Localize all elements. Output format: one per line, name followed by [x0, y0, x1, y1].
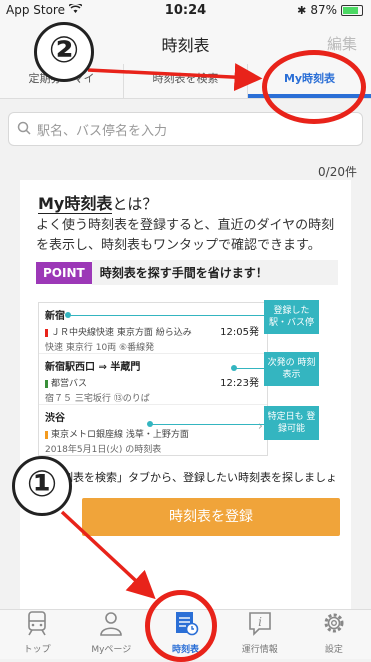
example-sub: 2018年5月1日(火) の時刻表 [45, 445, 162, 455]
example-departure: 12:05発 [220, 327, 259, 338]
step-2-marker: ② [34, 22, 94, 82]
person-icon [98, 610, 124, 640]
example-line: ＪＲ中央線快速 東京方面 紛ら込み [51, 328, 192, 338]
tabbar-label: 運行情報 [241, 645, 278, 655]
tabbar-label: 時刻表 [172, 645, 200, 655]
search-input[interactable]: 駅名、バス停名を入力 [8, 112, 363, 146]
example-sub: 宿７５ 三宅坂行 ⑬のりば [45, 394, 150, 404]
example-station: 渋谷 [45, 413, 65, 424]
battery-percent: 87% [310, 3, 337, 17]
example-item: 新宿駅西口 ⇒ 半蔵門 都営バス 宿７５ 三宅坂行 ⑬のりば 12:23発 [39, 354, 267, 405]
tabbar-item-settings[interactable]: 設定 [297, 610, 371, 659]
callout-registered: 登録した 駅・バス停 [264, 300, 319, 334]
tabbar-item-timetable[interactable]: 時刻表 [148, 610, 222, 659]
line-color-bar [45, 328, 48, 337]
register-timetable-button[interactable]: 時刻表を登録 [82, 498, 340, 536]
example-item: 渋谷 東京メトロ銀座線 浅草・上野方面 2018年5月1日(火) の時刻表 › [39, 405, 267, 455]
connector-line [234, 368, 264, 369]
battery-icon [341, 4, 363, 16]
intro-title-bold: My時刻表 [38, 194, 113, 214]
tab-search-timetable[interactable]: 時刻表を検索 [123, 64, 247, 98]
chevron-right-icon: › [257, 419, 263, 434]
line-color-bar [45, 379, 48, 388]
gear-icon [321, 610, 347, 640]
step-1-marker: ① [12, 456, 72, 516]
tabbar-item-top[interactable]: トップ [0, 610, 74, 659]
bluetooth-icon: ✱ [297, 3, 307, 17]
example-departure: 12:23発 [220, 378, 259, 389]
registered-count: 0/20件 [318, 165, 357, 179]
hint-text: 「時刻表を検索」タブから、登録したい時刻表を探しましょう [40, 471, 337, 500]
tab-my-timetable[interactable]: My時刻表 [247, 64, 371, 98]
connector-dot [231, 365, 237, 371]
point-text: 時刻表を探す手間を省けます！ [91, 260, 338, 285]
example-item: 新宿 ＪＲ中央線快速 東京方面 紛ら込み 快速 東京行 10両 ⑥番線発 12:… [39, 303, 267, 354]
search-icon [17, 120, 31, 139]
tabbar-label: トップ [23, 645, 51, 655]
tabbar-item-service-info[interactable]: i 運行情報 [223, 610, 297, 659]
connector-dot [147, 421, 153, 427]
timetable-icon [173, 610, 199, 640]
search-area: 駅名、バス停名を入力 [0, 99, 371, 157]
callout-specific-date: 特定日も 登録可能 [264, 406, 319, 440]
line-color-bar [45, 430, 48, 439]
intro-description: よく使う時刻表を登録すると、直近のダイヤの時刻を表示し、時刻表もワンタップで確認… [36, 218, 335, 253]
connector-dot [65, 312, 71, 318]
point-row: POINT 時刻表を探す手間を省けます！ [36, 260, 338, 285]
point-badge: POINT [36, 261, 92, 284]
intro-title: My時刻表とは？ [38, 190, 157, 214]
tab-bar: トップ Myページ 時刻表 i 運行情報 設定 [0, 609, 371, 659]
tabbar-item-mypage[interactable]: Myページ [74, 610, 148, 659]
example-line-row: 東京メトロ銀座線 浅草・上野方面 [45, 427, 261, 440]
intro-card: My時刻表とは？ よく使う時刻表を登録すると、直近のダイヤの時刻を表示し、時刻表… [20, 180, 351, 610]
search-placeholder: 駅名、バス停名を入力 [37, 123, 168, 139]
tabbar-label: Myページ [91, 645, 132, 655]
connector-line [150, 424, 264, 425]
example-timetable-list: 新宿 ＪＲ中央線快速 東京方面 紛ら込み 快速 東京行 10両 ⑥番線発 12:… [38, 302, 268, 456]
example-line: 東京メトロ銀座線 浅草・上野方面 [51, 430, 189, 440]
connector-line [68, 315, 264, 316]
example-station: 新宿駅西口 ⇒ 半蔵門 [45, 362, 141, 373]
example-line: 都営バス [51, 379, 88, 389]
info-icon: i [247, 610, 273, 640]
svg-text:i: i [258, 615, 262, 629]
tabbar-label: 設定 [324, 645, 343, 655]
example-sub: 快速 東京行 10両 ⑥番線発 [45, 343, 155, 353]
status-bar: App Store 10:24 ✱ 87% [0, 0, 371, 20]
status-right: ✱ 87% [297, 3, 363, 17]
intro-title-rest: とは？ [112, 195, 158, 213]
edit-button[interactable]: 編集 [327, 33, 357, 54]
callout-next-departure: 次発の 時刻表示 [264, 352, 319, 386]
train-icon [24, 610, 50, 640]
